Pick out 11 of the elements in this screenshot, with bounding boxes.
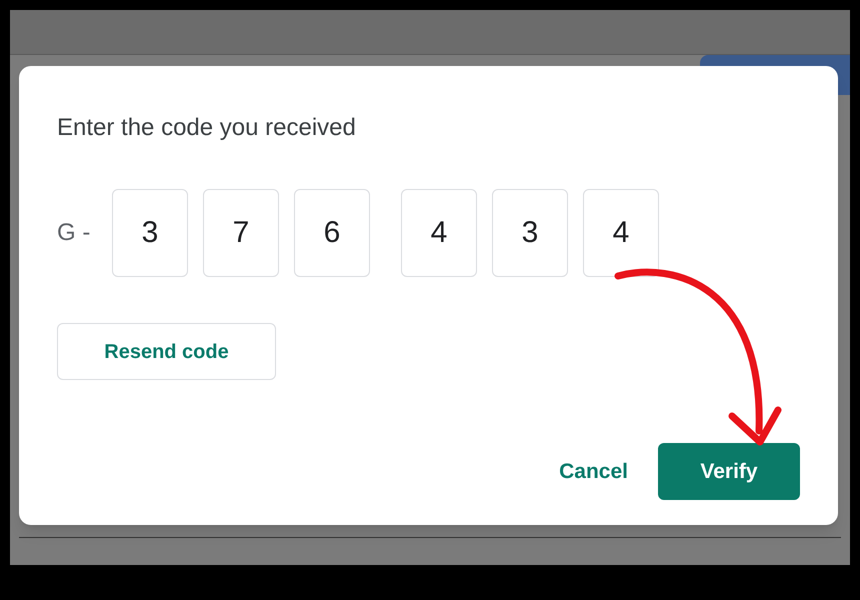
code-digit-field[interactable]: 4 — [583, 189, 659, 277]
code-digit-field[interactable]: 7 — [203, 189, 279, 277]
code-digit-field[interactable]: 3 — [492, 189, 568, 277]
code-prefix: G - — [57, 218, 92, 248]
code-digit-field[interactable]: 4 — [401, 189, 477, 277]
verify-button[interactable]: Verify — [658, 443, 800, 500]
code-digit-field[interactable]: 3 — [112, 189, 188, 277]
cancel-button[interactable]: Cancel — [555, 456, 632, 488]
resend-code-button[interactable]: Resend code — [57, 323, 276, 380]
dialog-title: Enter the code you received — [57, 113, 356, 143]
code-digit-field[interactable]: 6 — [294, 189, 370, 277]
